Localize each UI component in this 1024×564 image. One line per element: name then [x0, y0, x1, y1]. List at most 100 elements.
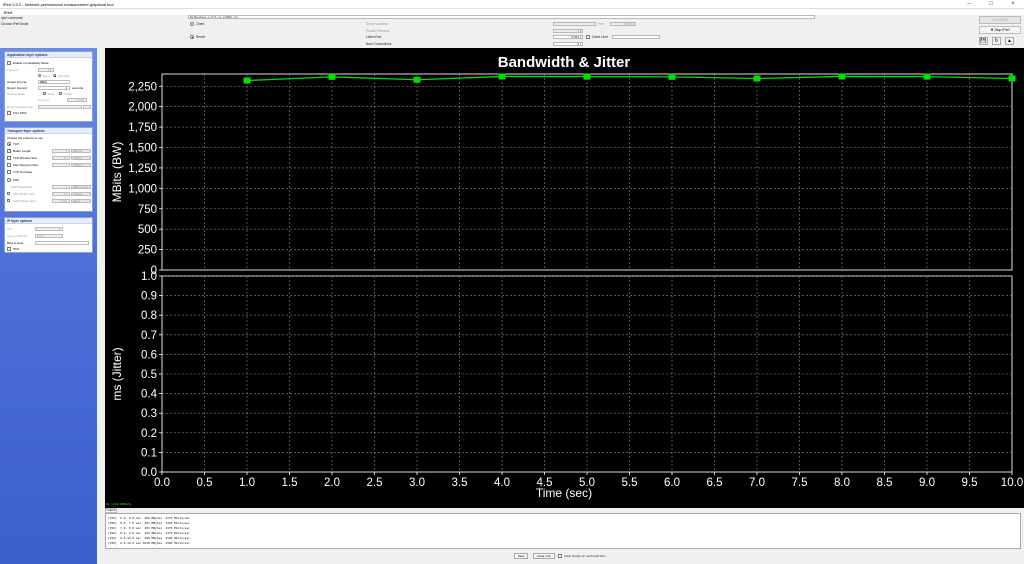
clear-each-run-checkbox[interactable]: [558, 554, 562, 558]
xtick-label: 7.5: [792, 477, 808, 489]
bandwidth-readout: #1: [ 2320 MBits/s]: [106, 502, 131, 506]
buffer-length-field[interactable]: 2: [52, 149, 70, 153]
top-panel: Iperf command: bin/iperf.exe -s -P 0 -i …: [0, 15, 975, 48]
print-mss-checkbox[interactable]: [7, 111, 11, 115]
bw-ytick-label: 1,500: [128, 143, 157, 155]
xtick-label: 0.0: [154, 477, 170, 489]
tcp-label: TCP: [13, 142, 19, 146]
udp-packet-label: UDP Packet Size: [13, 199, 36, 203]
trade-checkbox[interactable]: [59, 92, 62, 95]
clear-now-button[interactable]: Clear now: [533, 553, 555, 559]
xtick-label: 1.5: [282, 477, 298, 489]
window-size-checkbox[interactable]: [7, 156, 11, 160]
export-icon[interactable]: ▲: [1005, 37, 1014, 45]
window-titlebar: iPerf 2.0.2 - Network performance measur…: [0, 0, 1024, 9]
ip-layer-header[interactable]: IP layer options: [5, 218, 92, 224]
tos-select[interactable]: None: [35, 234, 63, 238]
bw-data-point: [753, 75, 761, 82]
mss-unit[interactable]: KBytes: [71, 163, 91, 167]
tcp-radio[interactable]: [7, 142, 11, 146]
output-format-select[interactable]: MBits: [38, 80, 70, 84]
ipv6-checkbox[interactable]: [7, 247, 11, 251]
xtick-label: 3.0: [409, 477, 425, 489]
server-address-field[interactable]: [553, 22, 596, 26]
listen-port-field[interactable]: 5,001: [553, 35, 583, 39]
save-button[interactable]: Save: [514, 553, 528, 559]
application-layer-group: Application layer options Enable Compati…: [4, 51, 93, 122]
window-size-field[interactable]: 56: [52, 156, 70, 160]
run-iperf-button[interactable]: Run IPerf!: [979, 16, 1021, 24]
udp-radio[interactable]: [7, 178, 11, 182]
udp-bandwidth-field[interactable]: 1: [52, 185, 70, 189]
port-value: 5,001: [624, 22, 632, 26]
compat-mode-label: Enable Compatibility Mode: [13, 61, 49, 65]
application-layer-header[interactable]: Application layer options: [5, 52, 92, 58]
stop-iperf-button[interactable]: ● Stop IPerf: [979, 26, 1021, 34]
output-line: [256] 9.0-10.0 sec 280 MBytes 2348 Mbits…: [108, 536, 190, 540]
num-connections-label: Num Connections: [366, 42, 392, 46]
bw-data-point: [1008, 75, 1016, 82]
output-textarea[interactable]: [256] 5.0- 6.0 sec 280 MBytes 2370 Mbits…: [105, 513, 1021, 549]
udp-buffer-checkbox[interactable]: [7, 192, 10, 195]
server-radio[interactable]: [190, 35, 194, 39]
bytes-radio[interactable]: [38, 74, 41, 77]
bind-host-field[interactable]: [35, 241, 89, 245]
ip-layer-group: IP layer options TTL 1 Type of Service N…: [4, 217, 93, 253]
jitter-ytick-label: 0.5: [141, 369, 157, 381]
parallel-streams-value: 1: [577, 29, 579, 33]
bind-host-label: Bind to Host: [7, 241, 24, 245]
maximize-icon[interactable]: □: [980, 0, 1002, 9]
client-limit-checkbox[interactable]: [586, 35, 590, 39]
parallel-streams-label: Parallel Streams: [366, 29, 390, 33]
stop-iperf-label: Stop IPerf: [994, 28, 1010, 32]
num-connections-field[interactable]: 0: [553, 42, 583, 46]
choose-protocol-label: Choose the protocol to use: [7, 136, 43, 140]
browse-button[interactable]: [83, 105, 91, 109]
udp-buffer-field[interactable]: 41: [52, 192, 70, 196]
ttl-field[interactable]: 1: [35, 227, 63, 231]
minimize-icon[interactable]: –: [958, 0, 980, 9]
bw-data-point: [243, 77, 251, 84]
save-icon[interactable]: 💾: [979, 37, 988, 45]
buffer-length-checkbox[interactable]: [7, 149, 11, 153]
udp-buffer-unit[interactable]: KBytes: [71, 192, 91, 196]
transmit-field[interactable]: 10: [38, 68, 54, 72]
iperf-command-field[interactable]: bin/iperf.exe -s -P 0 -i 1 -p 5001 -f m: [188, 15, 815, 19]
jitter-ytick-label: 0.7: [141, 330, 157, 342]
chart-title: Bandwidth & Jitter: [498, 54, 631, 71]
client-radio[interactable]: [190, 22, 194, 26]
compat-mode-checkbox[interactable]: [7, 61, 11, 65]
close-icon[interactable]: ×: [1002, 0, 1024, 9]
window-size-unit[interactable]: KBytes: [71, 156, 91, 160]
buffer-length-unit[interactable]: MBytes: [71, 149, 91, 153]
bw-ytick-label: 500: [138, 224, 157, 236]
bw-data-point: [498, 73, 506, 80]
client-limit-field[interactable]: [612, 35, 660, 39]
bw-ytick-label: 2,000: [128, 102, 157, 114]
mss-checkbox[interactable]: [7, 163, 11, 167]
transport-layer-header[interactable]: Transport layer options: [5, 128, 92, 134]
udp-packet-checkbox[interactable]: [7, 199, 10, 202]
report-interval-field[interactable]: 1: [38, 86, 70, 90]
xtick-label: 0.5: [197, 477, 213, 489]
bw-ylabel: MBits (BW): [110, 142, 124, 203]
refresh-icon[interactable]: ↻: [992, 37, 1001, 45]
udp-packet-unit[interactable]: Bytes: [71, 199, 91, 203]
bw-data-point: [838, 73, 846, 80]
ipv6-label: IPv6: [13, 247, 20, 251]
parallel-streams-field[interactable]: 1: [553, 29, 583, 33]
bw-data-point: [413, 76, 421, 83]
udp-bandwidth-unit[interactable]: MBytes/sec: [71, 185, 91, 189]
dual-checkbox[interactable]: [43, 92, 46, 95]
report-interval-label: Report Interval: [7, 86, 27, 90]
seconds-radio[interactable]: [53, 74, 56, 77]
port-label: Port: [598, 22, 604, 26]
representative-file-field[interactable]: [38, 105, 82, 109]
mss-field[interactable]: 1: [52, 163, 70, 167]
seconds-label: Seconds: [58, 74, 70, 78]
test-port-field[interactable]: 5,001: [67, 98, 87, 102]
nodelay-checkbox[interactable]: [7, 170, 11, 174]
udp-packet-field[interactable]: 1,500: [52, 199, 70, 203]
jitter-ytick-label: 0.8: [141, 310, 157, 322]
port-field[interactable]: 5,001: [610, 22, 636, 26]
